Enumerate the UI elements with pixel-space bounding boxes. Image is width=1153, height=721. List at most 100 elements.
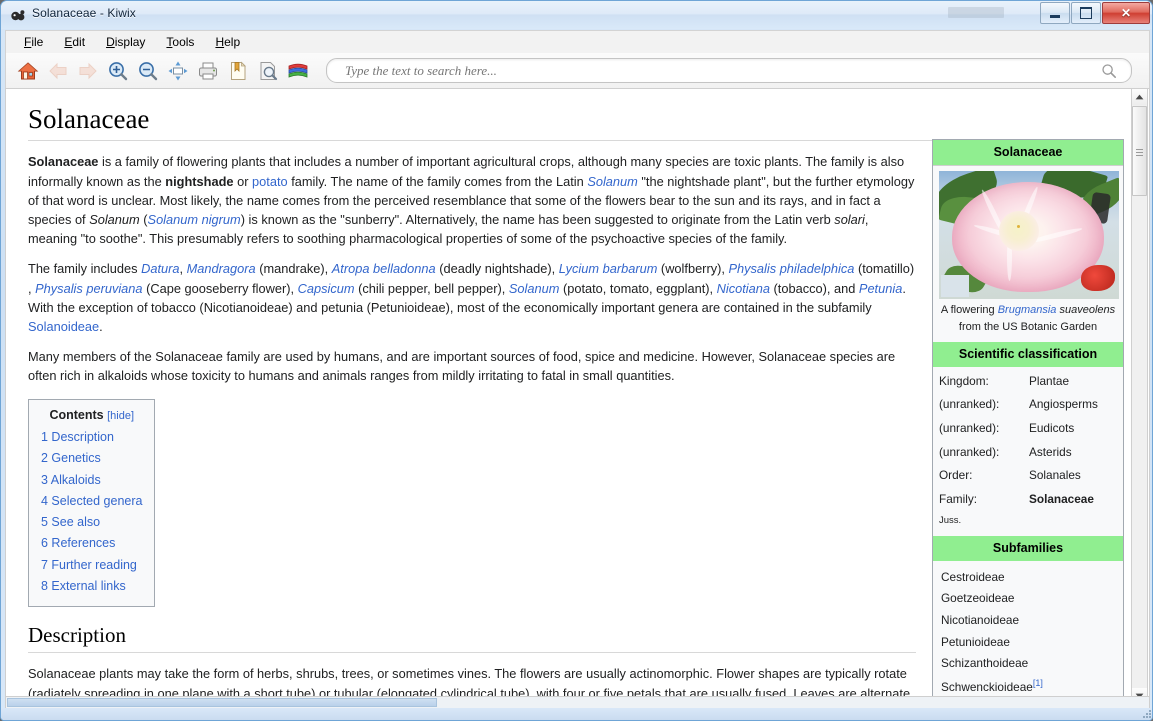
taxobox-value: Angiosperms [1029, 397, 1098, 412]
taxobox-row: Family: Solanaceae [933, 488, 1123, 512]
menu-label-file: ile [31, 35, 44, 49]
toc-link-selected-genera[interactable]: 4 Selected genera [41, 494, 142, 508]
taxobox-subfamily-item: Petunioideae [941, 634, 1010, 649]
text-run: (wolfberry), [657, 261, 729, 277]
home-button[interactable] [14, 57, 42, 85]
forward-button[interactable] [74, 57, 102, 85]
menu-item-file[interactable]: File [15, 33, 52, 51]
taxobox-rank: Kingdom: [939, 373, 989, 388]
text-run: A flowering [940, 303, 998, 316]
find-in-page-button[interactable] [254, 57, 282, 85]
scroll-up-arrow-icon[interactable] [1132, 89, 1147, 105]
wiki-link[interactable]: Solanoideae [28, 319, 99, 334]
close-button[interactable]: ✕ [1102, 2, 1150, 24]
kiwix-icon [10, 7, 27, 24]
toc-item: 2 Genetics [41, 449, 142, 468]
wiki-link[interactable]: Solanum nigrum [148, 212, 241, 227]
wiki-link[interactable]: Nicotiana [717, 281, 770, 296]
text-run: (potato, tomato, eggplant), [559, 280, 717, 296]
library-button[interactable] [284, 57, 312, 85]
menu-item-edit[interactable]: Edit [55, 33, 94, 51]
wiki-link[interactable]: Mandragora [187, 261, 256, 276]
wiki-link[interactable]: Datura [141, 261, 179, 276]
bookmark-button[interactable] [224, 57, 252, 85]
toc-title-label: Contents [49, 408, 104, 423]
taxobox-image-wrap [933, 166, 1123, 301]
article-body: Solanaceae is a family of flowering plan… [28, 152, 916, 704]
paragraph-3: Many members of the Solanaceae family ar… [28, 347, 916, 385]
toc-link-see-also[interactable]: 5 See also [41, 515, 100, 529]
toc-link-alkaloids[interactable]: 3 Alkaloids [41, 473, 101, 487]
zoom-reset-button[interactable] [164, 57, 192, 85]
paragraph-1: Solanaceae is a family of flowering plan… [28, 152, 916, 248]
wiki-link[interactable]: Capsicum [298, 281, 355, 296]
toc-item: 3 Alkaloids [41, 471, 142, 490]
back-arrow-icon [47, 60, 69, 82]
toolbar [5, 53, 1150, 88]
wiki-link[interactable]: Solanum [509, 281, 560, 296]
wiki-link[interactable]: Brugmansia [998, 304, 1057, 316]
zoom-in-button[interactable] [104, 57, 132, 85]
toc-list: 1 Description 2 Genetics 3 Alkaloids 4 Sele… [41, 428, 142, 596]
taxobox-subfamilies-list: Cestroideae Goetzeoideae Nicotianoideae Pet… [933, 561, 1123, 703]
wiki-link[interactable]: Solanum [587, 174, 638, 189]
toc-link-references[interactable]: 6 References [41, 536, 115, 550]
back-button[interactable] [44, 57, 72, 85]
text-run: family. The name of the family comes fro… [287, 173, 588, 189]
horizontal-scrollbar-thumb[interactable] [7, 698, 437, 707]
wiki-link[interactable]: Petunia [859, 281, 902, 296]
toc-link-further-reading[interactable]: 7 Further reading [41, 558, 137, 572]
toc-link-description[interactable]: 1 Description [41, 430, 114, 444]
taxobox-title: Solanaceae [933, 140, 1123, 166]
wiki-link[interactable]: Physalis peruviana [35, 281, 142, 296]
reference-marker[interactable]: [1] [1033, 678, 1043, 688]
toc-link-genetics[interactable]: 2 Genetics [41, 451, 101, 465]
menu-item-tools[interactable]: Tools [157, 33, 203, 51]
zoom-reset-icon [167, 60, 189, 82]
vertical-scrollbar-thumb[interactable] [1132, 106, 1147, 196]
printer-icon [197, 60, 219, 82]
paragraph-2: The family includes Datura, Mandragora (… [28, 259, 916, 336]
taxobox-classification-header: Scientific classification [933, 341, 1123, 367]
resize-grip-icon[interactable] [1141, 708, 1151, 718]
taxobox-value: Asterids [1029, 444, 1072, 459]
wiki-link[interactable]: Lycium barbarum [559, 261, 658, 276]
maximize-button[interactable] [1071, 2, 1101, 24]
toc-hide-link[interactable]: [hide] [107, 410, 134, 422]
search-box[interactable] [326, 58, 1132, 83]
wiki-link[interactable]: potato [252, 174, 288, 189]
taxobox-row: (unranked): Angiosperms [933, 393, 1123, 417]
text-run: or [233, 173, 253, 189]
zoom-out-icon [137, 60, 159, 82]
taxobox-row: (unranked): Eudicots [933, 417, 1123, 441]
window-controls: ✕ [1039, 2, 1150, 24]
print-button[interactable] [194, 57, 222, 85]
text-run: (tobacco), and [769, 280, 859, 296]
search-input[interactable] [343, 61, 1087, 80]
text-run: , [179, 261, 187, 277]
minimize-button[interactable] [1040, 2, 1070, 24]
zoom-out-button[interactable] [134, 57, 162, 85]
taxobox-rank: Family: [939, 492, 978, 507]
zoom-in-icon [107, 60, 129, 82]
italic-text: solari [834, 211, 865, 227]
taxobox-rank: (unranked): [939, 397, 1000, 412]
search-magnifier-icon[interactable] [1101, 63, 1117, 79]
taxobox-value: Plantae [1029, 373, 1070, 388]
taxobox-subfamily-item: Nicotianoideae [941, 613, 1020, 628]
vertical-scrollbar[interactable] [1131, 88, 1148, 705]
text-run: ) is known as the "sunberry". Alternativ… [240, 211, 835, 227]
wiki-link[interactable]: Atropa belladonna [332, 261, 436, 276]
title-bar: Solanaceae - Kiwix ✕ [1, 1, 1152, 29]
forward-arrow-icon [77, 60, 99, 82]
toc-item: 5 See also [41, 513, 142, 532]
taxobox-subfamily-item: Goetzeoideae [941, 591, 1015, 606]
toc-link-external-links[interactable]: 8 External links [41, 579, 126, 593]
toc-title: Contents [hide] [41, 406, 142, 425]
wiki-link[interactable]: Physalis philadelphica [728, 261, 854, 276]
window-title: Solanaceae - Kiwix [32, 6, 136, 20]
menu-label-help: elp [224, 35, 241, 49]
menu-item-help[interactable]: Help [206, 33, 249, 51]
menu-item-display[interactable]: Display [97, 33, 154, 51]
bold-text: Solanaceae [28, 154, 99, 170]
